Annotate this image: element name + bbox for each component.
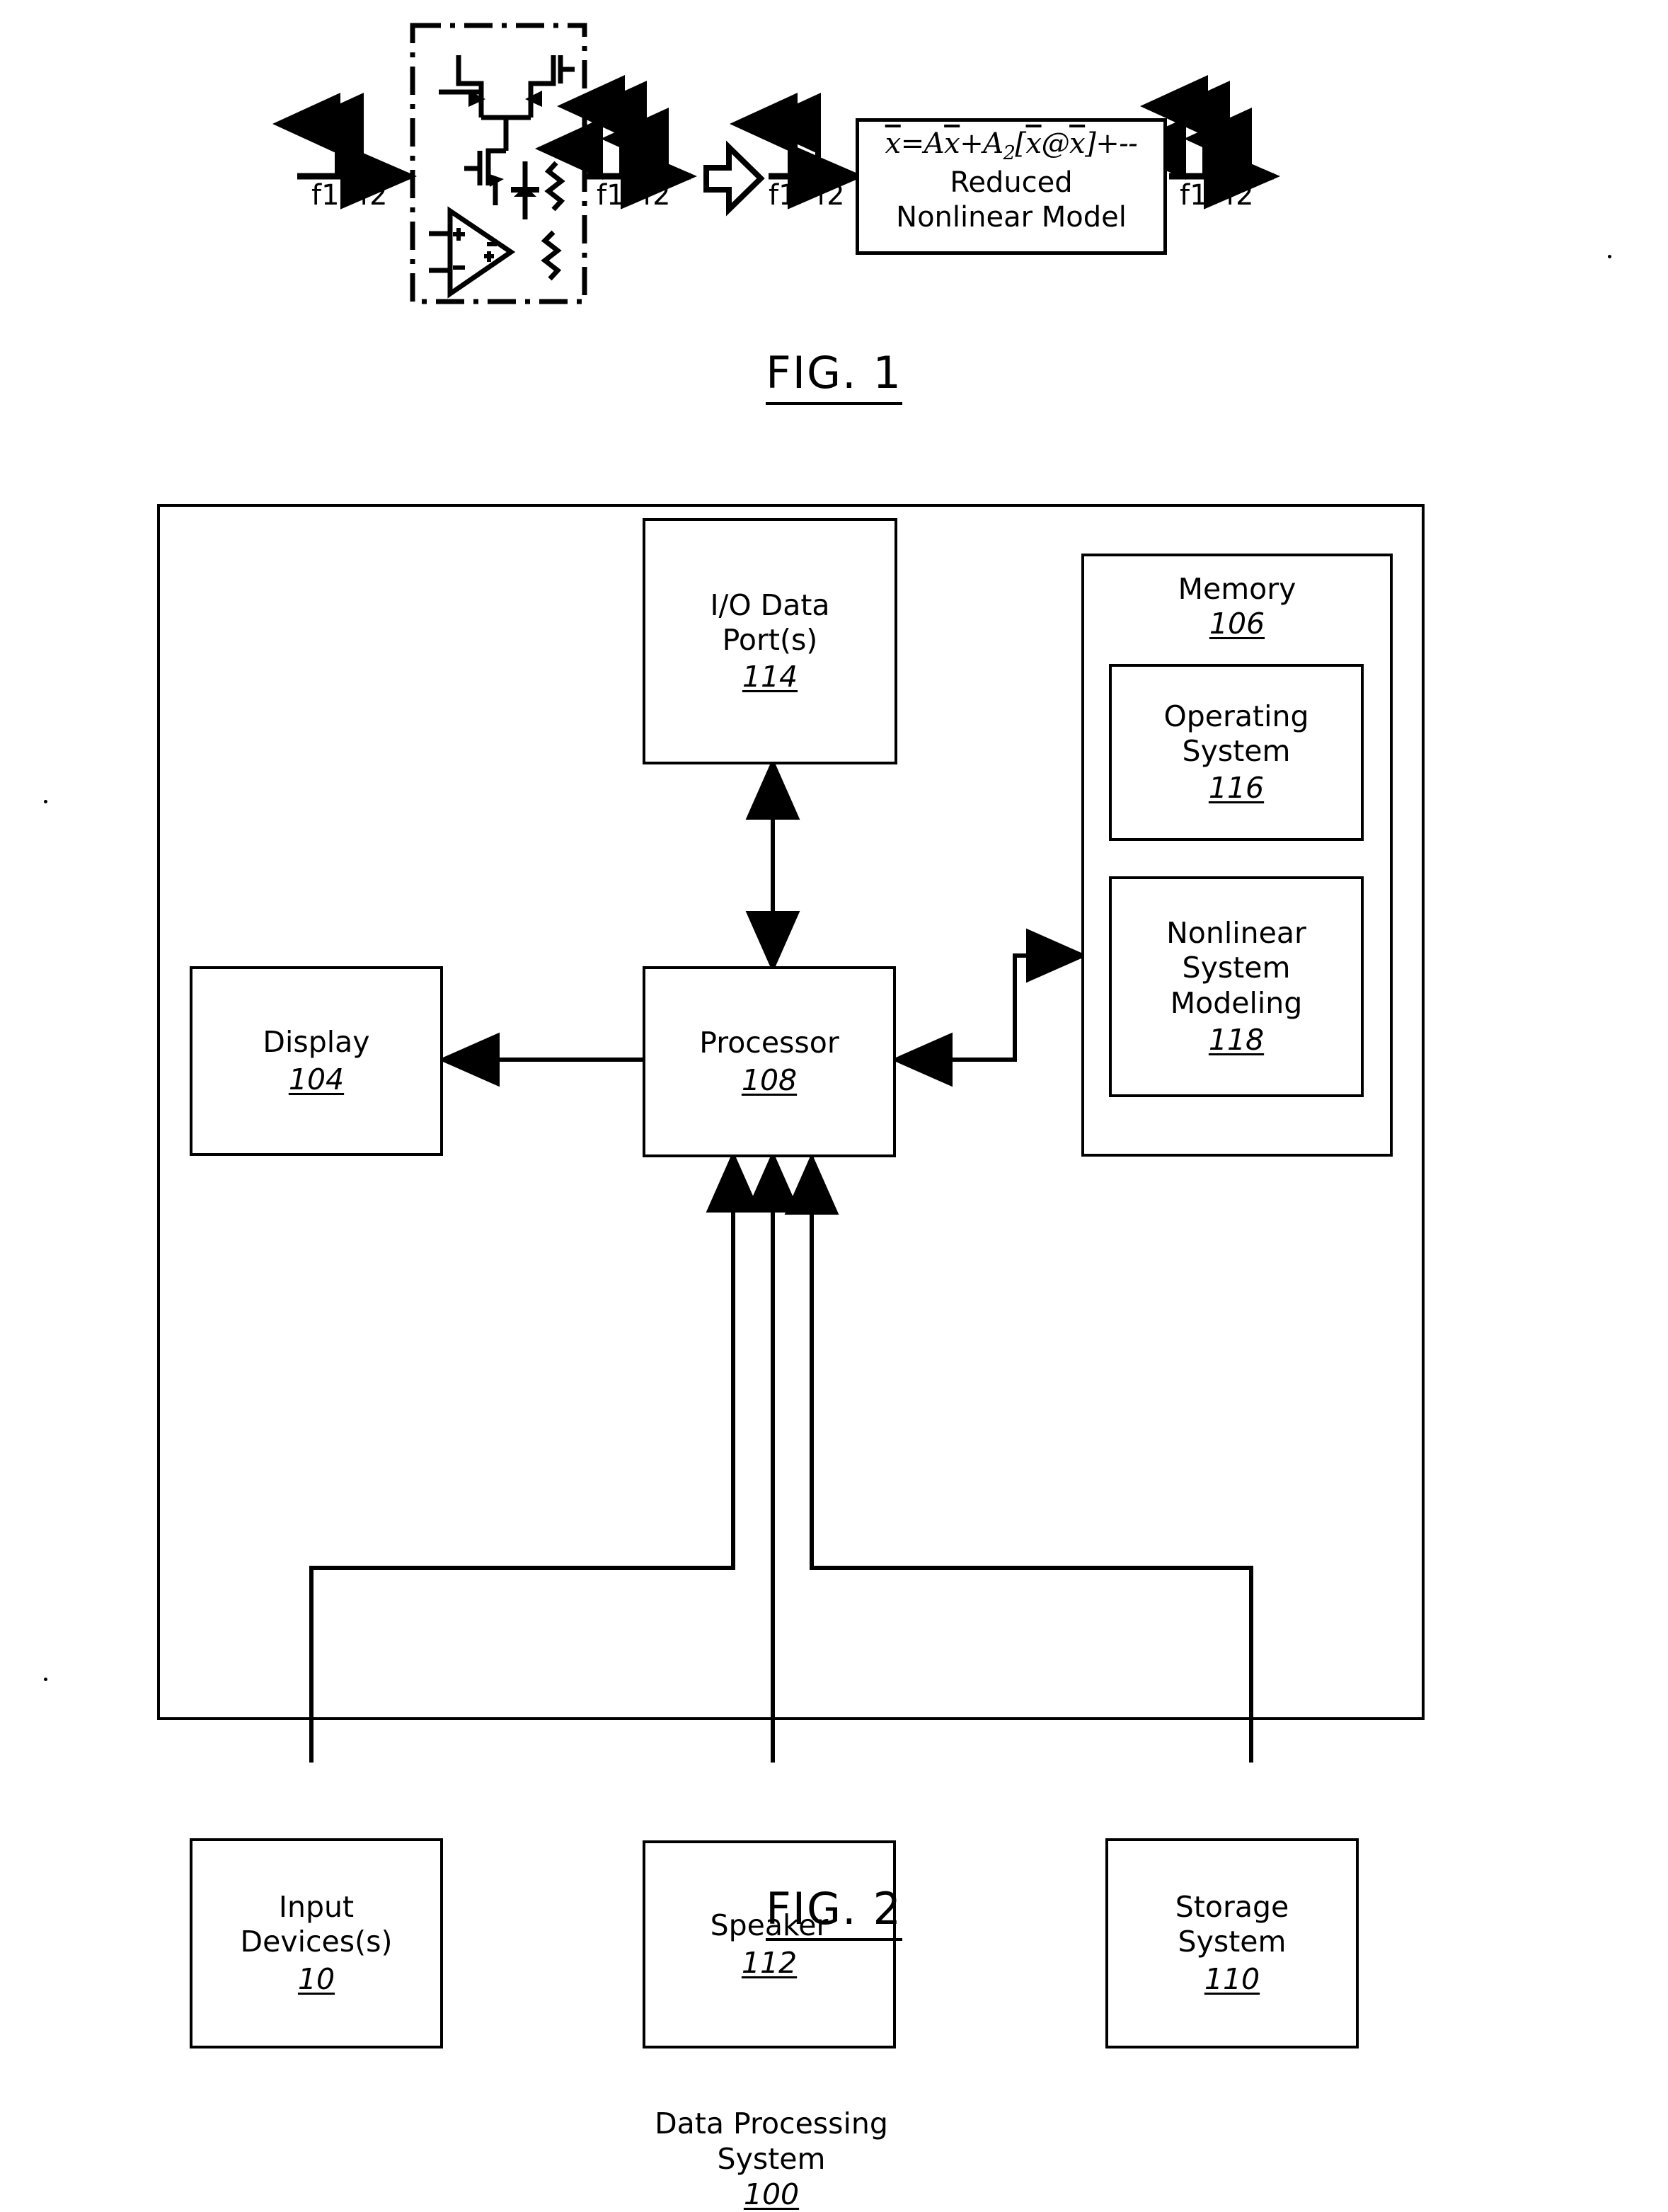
model-output-spectrum-f1-label: f1 bbox=[1180, 179, 1208, 212]
input-spectrum-f1-label: f1 bbox=[311, 179, 340, 212]
nonlinear-system-modeling-line-3: Modeling bbox=[1170, 985, 1303, 1020]
equation-x-lhs: x bbox=[885, 127, 902, 160]
nonlinear-system-modeling-line-2: System bbox=[1182, 951, 1291, 985]
input-devices-number: 10 bbox=[297, 1961, 335, 1996]
processor-number: 108 bbox=[741, 1062, 798, 1097]
figure-1-caption-text: FIG. 1 bbox=[766, 347, 902, 405]
io-data-ports-number: 114 bbox=[742, 660, 798, 694]
model-label-line-1: Reduced bbox=[950, 166, 1073, 199]
equation-at-operator: @ bbox=[1041, 127, 1070, 160]
equation-plus-A: +A bbox=[960, 127, 1003, 160]
distorted-spectrum-f2-label: f2 bbox=[643, 179, 671, 212]
model-input-spectrum-f2-label: f2 bbox=[817, 179, 845, 212]
io-data-ports-line-1: I/O Data bbox=[710, 588, 830, 622]
nonlinear-system-modeling-line-1: Nonlinear bbox=[1166, 916, 1306, 951]
model-label-line-2: Nonlinear Model bbox=[896, 200, 1127, 234]
model-input-spectrum-graphic bbox=[730, 93, 864, 210]
equation-x-3: x bbox=[1069, 127, 1086, 160]
equation-bracket-close: ] bbox=[1085, 127, 1096, 160]
model-output-spectrum-f2-label: f2 bbox=[1226, 179, 1254, 212]
figure-2: I/O Data Port(s) 114 Memory 106 Operatin… bbox=[0, 467, 1668, 2211]
nonlinear-circuit-block-graphic bbox=[410, 23, 587, 304]
page-speck-left-lower bbox=[44, 1678, 47, 1681]
input-spectrum-f2-label: f2 bbox=[360, 179, 388, 212]
figure-2-caption-text: FIG. 2 bbox=[766, 1883, 902, 1941]
display-number: 104 bbox=[288, 1062, 345, 1096]
io-data-ports-line-2: Port(s) bbox=[722, 622, 818, 657]
figure-2-caption: FIG. 2 bbox=[0, 1883, 1668, 1941]
operating-system-number: 116 bbox=[1208, 771, 1265, 806]
model-output-spectrum-graphic bbox=[1118, 75, 1280, 210]
equation-eq-A: =A bbox=[900, 127, 945, 160]
equation-x-2: x bbox=[1025, 127, 1042, 160]
storage-system-block[interactable]: Storage System 110 bbox=[1105, 1838, 1359, 2048]
processor-line-1: Processor bbox=[699, 1026, 839, 1060]
equation-tail: +-- bbox=[1095, 127, 1138, 160]
patent-drawing-page: f1 f2 f1 f2 f1 f2 f1 f2 x=Ax+A2[x@x]+-- … bbox=[0, 0, 1668, 2211]
data-processing-system-caption: Data Processing System 100 bbox=[594, 2106, 948, 2212]
figure-1-caption: FIG. 1 bbox=[0, 347, 1668, 405]
page-speck bbox=[1608, 255, 1611, 258]
io-data-ports-block[interactable]: I/O Data Port(s) 114 bbox=[643, 518, 897, 764]
speaker-number: 112 bbox=[741, 1945, 798, 1980]
memory-number: 106 bbox=[1209, 607, 1265, 641]
equation-x-1: x bbox=[944, 127, 960, 160]
operating-system-line-1: Operating bbox=[1163, 699, 1309, 733]
processor-block[interactable]: Processor 108 bbox=[643, 966, 896, 1157]
distorted-spectrum-graphic bbox=[535, 75, 697, 210]
display-line-1: Display bbox=[263, 1025, 370, 1060]
page-speck-left-upper bbox=[44, 800, 47, 803]
input-devices-block[interactable]: Input Devices(s) 10 bbox=[190, 1838, 443, 2048]
equation-subscript-2: 2 bbox=[1003, 142, 1016, 164]
hollow-right-arrow-icon bbox=[703, 140, 765, 217]
operating-system-block[interactable]: Operating System 116 bbox=[1109, 664, 1364, 841]
model-equation: x=Ax+A2[x@x]+-- bbox=[859, 127, 1163, 164]
data-processing-system-number: 100 bbox=[743, 2177, 800, 2212]
nonlinear-system-modeling-number: 118 bbox=[1208, 1022, 1265, 1057]
equation-bracket-open: [ bbox=[1015, 127, 1026, 160]
operating-system-line-2: System bbox=[1182, 733, 1291, 768]
memory-title: Memory 106 bbox=[1084, 572, 1390, 641]
data-processing-system-line-1: Data Processing bbox=[655, 2107, 888, 2141]
storage-system-number: 110 bbox=[1204, 1961, 1260, 1996]
distorted-spectrum-f1-label: f1 bbox=[597, 179, 625, 212]
display-block[interactable]: Display 104 bbox=[190, 966, 443, 1156]
data-processing-system-line-2: System bbox=[717, 2142, 826, 2177]
speaker-block[interactable]: Speaker 112 bbox=[643, 1840, 896, 2048]
reduced-nonlinear-model-box: x=Ax+A2[x@x]+-- Reduced Nonlinear Model bbox=[856, 118, 1167, 255]
input-spectrum-graphic bbox=[272, 93, 417, 210]
model-input-spectrum-f1-label: f1 bbox=[769, 179, 797, 212]
memory-label: Memory bbox=[1178, 572, 1296, 606]
nonlinear-system-modeling-block[interactable]: Nonlinear System Modeling 118 bbox=[1109, 876, 1364, 1097]
